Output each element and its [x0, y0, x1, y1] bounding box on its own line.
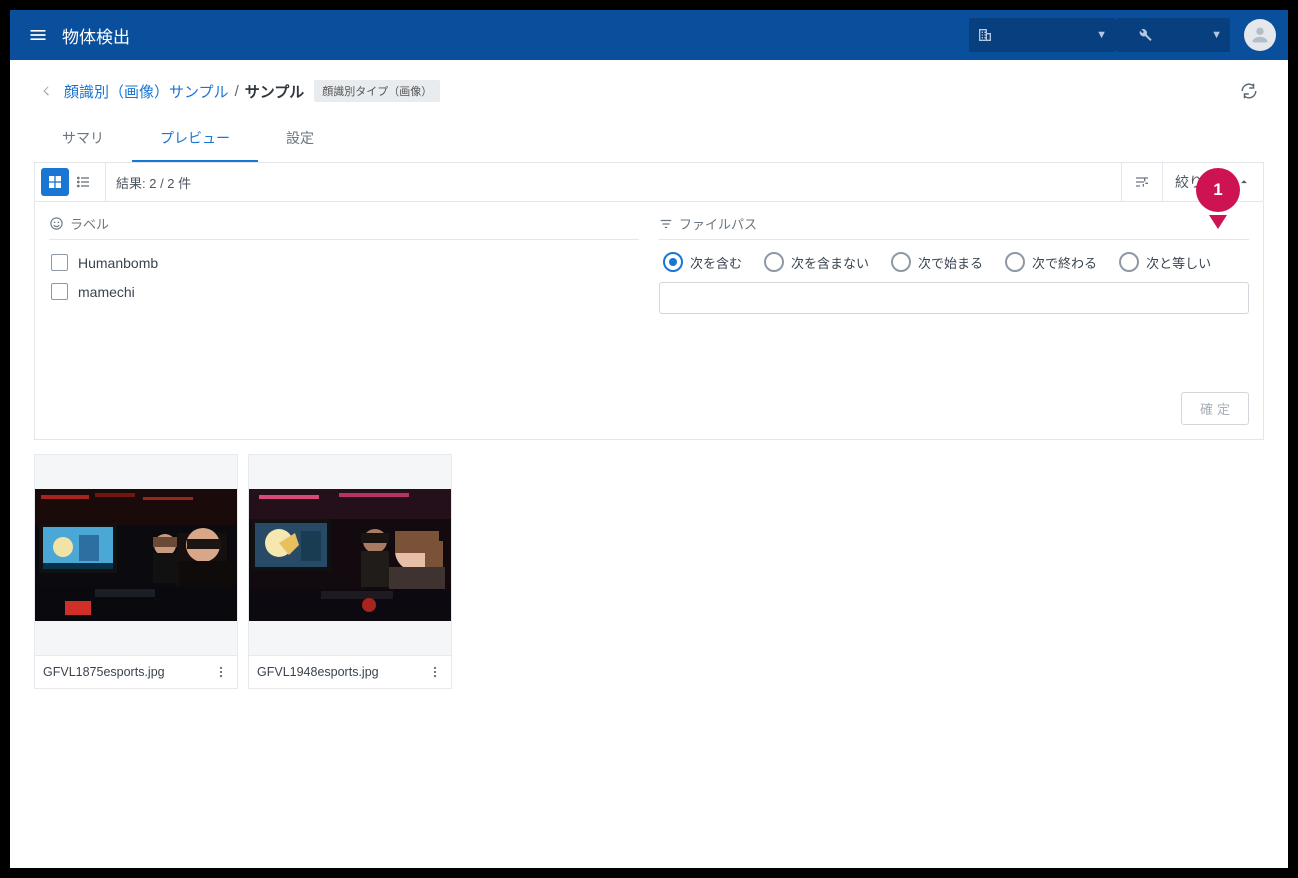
filter-label: 絞り込み [1175, 172, 1231, 192]
radio-not-contains[interactable]: 次を含まない [764, 252, 869, 272]
filepath-input[interactable] [659, 282, 1249, 314]
filter-icon [659, 217, 673, 231]
label-item[interactable]: Humanbomb [49, 248, 639, 277]
refresh-icon[interactable] [1234, 76, 1264, 106]
tune-icon[interactable] [1121, 163, 1162, 201]
card-footer: GFVL1948esports.jpg [249, 655, 451, 688]
confirm-button[interactable]: 確定 [1181, 392, 1249, 425]
radio-label: 次と等しい [1146, 253, 1211, 272]
label-item[interactable]: mamechi [49, 277, 639, 306]
tab-settings[interactable]: 設定 [258, 116, 342, 162]
grid-view-icon[interactable] [41, 168, 69, 196]
radio-equals[interactable]: 次と等しい [1119, 252, 1211, 272]
tab-summary[interactable]: サマリ [34, 116, 132, 162]
menu-icon[interactable] [18, 15, 58, 55]
radio-ends-with[interactable]: 次で終わる [1005, 252, 1097, 272]
checkbox[interactable] [51, 254, 68, 271]
results-grid: GFVL1875esports.jpg [34, 454, 1264, 689]
tabs: サマリ プレビュー 設定 [34, 116, 1264, 163]
caret-down-icon: ▼ [1096, 29, 1107, 41]
radio-label: 次で始まる [918, 253, 983, 272]
thumbnail-wrapper [35, 455, 237, 655]
filter-panel: ラベル Humanbomb mamechi [34, 202, 1264, 440]
checkbox[interactable] [51, 283, 68, 300]
smile-icon [49, 216, 64, 231]
radio-icon [764, 252, 784, 272]
avatar[interactable] [1244, 19, 1276, 51]
radio-icon [891, 252, 911, 272]
filter-filepath-column: ファイルパス 次を含む 次を含まない [659, 214, 1249, 314]
filter-toggle[interactable]: 絞り込み [1162, 163, 1263, 201]
org-selector-value [993, 28, 1096, 43]
filter-labels-column: ラベル Humanbomb mamechi [49, 214, 639, 314]
radio-contains[interactable]: 次を含む [663, 252, 742, 272]
chevron-up-icon [1237, 175, 1251, 189]
label-text: mamechi [78, 284, 135, 300]
results-toolbar: 結果: 2 / 2 件 絞り込み [34, 163, 1264, 202]
tab-preview[interactable]: プレビュー [132, 116, 258, 162]
radio-icon [1119, 252, 1139, 272]
filename: GFVL1948esports.jpg [257, 665, 425, 679]
radio-icon [1005, 252, 1025, 272]
radio-label: 次で終わる [1032, 253, 1097, 272]
breadcrumb-parent[interactable]: 顔識別（画像）サンプル [64, 81, 229, 102]
result-card[interactable]: GFVL1948esports.jpg [248, 454, 452, 689]
app-title: 物体検出 [62, 23, 130, 48]
breadcrumb: 顔識別（画像）サンプル / サンプル 顔識別タイプ（画像） [34, 76, 1264, 106]
breadcrumb-current: サンプル [245, 81, 305, 102]
more-icon[interactable] [211, 662, 231, 682]
label-text: Humanbomb [78, 255, 158, 271]
filepath-mode-group: 次を含む 次を含まない 次で始まる [659, 248, 1249, 282]
result-card[interactable]: GFVL1875esports.jpg [34, 454, 238, 689]
breadcrumb-separator: / [235, 83, 239, 100]
labels-header: ラベル [70, 214, 109, 233]
card-footer: GFVL1875esports.jpg [35, 655, 237, 688]
radio-label: 次を含む [690, 253, 742, 272]
wrench-icon [1137, 27, 1153, 43]
thumbnail [249, 489, 451, 621]
tool-selector-value [1153, 28, 1211, 43]
tool-selector[interactable]: ▼ [1117, 18, 1230, 52]
filename: GFVL1875esports.jpg [43, 665, 211, 679]
app-header: 物体検出 ▼ ▼ [10, 10, 1288, 60]
org-selector[interactable]: ▼ [969, 18, 1115, 52]
list-view-icon[interactable] [69, 168, 97, 196]
thumbnail [35, 489, 237, 621]
building-icon [977, 27, 993, 43]
radio-starts-with[interactable]: 次で始まる [891, 252, 983, 272]
back-icon[interactable] [34, 79, 58, 103]
breadcrumb-tag: 顔識別タイプ（画像） [314, 80, 440, 102]
results-count: 結果: 2 / 2 件 [108, 163, 199, 201]
caret-down-icon: ▼ [1211, 29, 1222, 41]
radio-icon [663, 252, 683, 272]
thumbnail-wrapper [249, 455, 451, 655]
filepath-header: ファイルパス [679, 214, 757, 233]
more-icon[interactable] [425, 662, 445, 682]
radio-label: 次を含まない [791, 253, 869, 272]
